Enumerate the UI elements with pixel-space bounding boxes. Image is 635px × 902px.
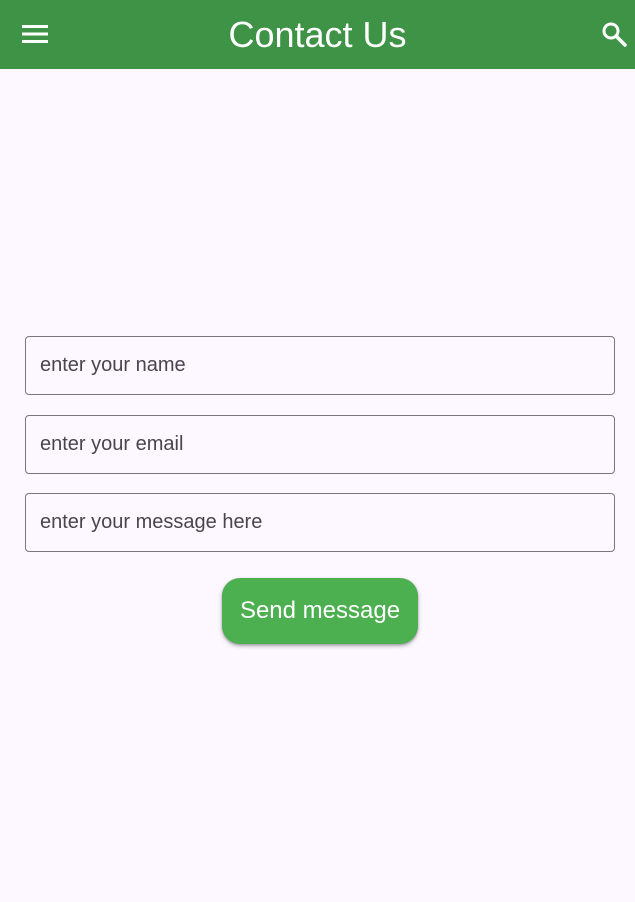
message-field[interactable] [25,493,615,552]
menu-icon [22,25,48,43]
menu-button[interactable] [11,10,59,58]
name-field[interactable] [25,336,615,395]
contact-screen: Contact Us Send message [0,0,635,902]
search-icon [602,22,627,47]
send-message-button[interactable]: Send message [222,578,418,644]
search-button[interactable] [590,10,635,58]
email-input[interactable] [26,416,614,473]
app-bar: Contact Us [0,0,635,69]
page-title: Contact Us [228,14,407,55]
name-input[interactable] [26,337,614,394]
message-input[interactable] [26,494,614,551]
email-field[interactable] [25,415,615,474]
